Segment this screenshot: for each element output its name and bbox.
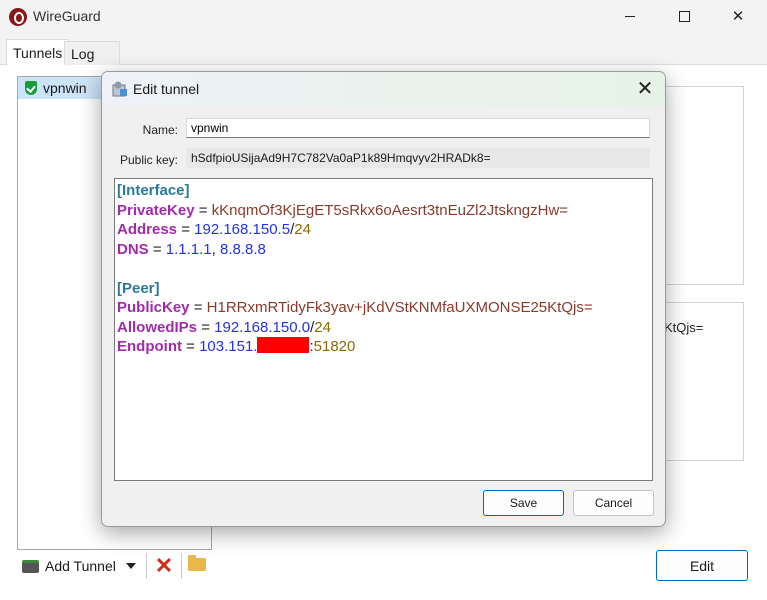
minimize-button[interactable] [607, 0, 653, 32]
config-value: 192.168.150.0 [214, 318, 311, 336]
config-editor[interactable]: [Interface] PrivateKey = kKnqmOf3KjEgET5… [114, 178, 653, 481]
redaction-box [257, 337, 310, 353]
minimize-icon [625, 15, 635, 17]
chevron-down-icon[interactable] [125, 563, 136, 569]
config-key: Address [117, 221, 178, 238]
config-value: 103.151. [199, 338, 258, 355]
config-value: kKnqmOf3KjEgET5sRkx6oAesrt3tnEuZl2Jtskng… [211, 201, 569, 219]
name-label: Name: [142, 123, 178, 137]
config-value: 24 [314, 318, 331, 336]
export-folder-icon[interactable] [188, 555, 206, 571]
config-value: 51820 [313, 338, 356, 355]
config-value: 192.168.150.5 [194, 221, 291, 238]
dialog-title: Edit tunnel [133, 81, 200, 97]
config-value: 8.8.8.8 [220, 240, 266, 258]
wireguard-logo-icon [9, 8, 27, 26]
window-title: WireGuard [33, 8, 101, 24]
tab-tunnels[interactable]: Tunnels [6, 39, 70, 66]
close-window-button[interactable]: ✕ [715, 0, 761, 32]
delete-tunnel-icon[interactable]: ✕ [154, 555, 174, 577]
toolbar-separator [146, 553, 147, 579]
interface-panel [660, 86, 744, 285]
dialog-close-button[interactable]: ✕ [632, 76, 658, 102]
add-tunnel-label: Add Tunnel [45, 558, 116, 574]
edit-tunnel-icon [112, 81, 127, 97]
config-key: AllowedIPs [117, 318, 198, 336]
save-button[interactable]: Save [483, 490, 564, 516]
close-icon: ✕ [731, 8, 745, 25]
config-value: 1.1.1.1 [165, 240, 212, 258]
edit-tunnel-dialog: Edit tunnel ✕ Name: Public key: hSdfpioU… [101, 71, 666, 527]
config-value: 24 [294, 221, 311, 238]
config-key: PublicKey [117, 299, 190, 316]
maximize-icon [678, 10, 690, 22]
config-value: H1RRxmRTidyFk3yav+jKdVStKNMfaUXMONSE25Kt… [206, 299, 593, 316]
peer-public-key-partial: KtQjs= [664, 320, 704, 335]
tab-log[interactable]: Log [64, 41, 120, 65]
public-key-label: Public key: [119, 153, 178, 167]
public-key-value[interactable]: hSdfpioUSijaAd9H7C782Va0aP1k89Hmqvyv2HRA… [186, 148, 650, 168]
toolbar-separator [181, 553, 182, 579]
shield-check-icon [25, 81, 37, 95]
add-tunnel-button[interactable]: Add Tunnel [22, 553, 136, 579]
edit-button[interactable]: Edit [656, 550, 748, 581]
config-key: DNS [117, 240, 149, 258]
close-icon: ✕ [636, 78, 654, 100]
name-input[interactable] [186, 118, 650, 138]
interface-section-header: [Interface] [117, 182, 190, 199]
cancel-button[interactable]: Cancel [573, 490, 654, 516]
add-tunnel-icon [22, 559, 39, 573]
config-key: PrivateKey [117, 201, 195, 219]
peer-section-header: [Peer] [117, 279, 160, 297]
maximize-button[interactable] [661, 0, 707, 32]
tunnel-name: vpnwin [43, 80, 87, 96]
config-key: Endpoint [117, 338, 182, 355]
